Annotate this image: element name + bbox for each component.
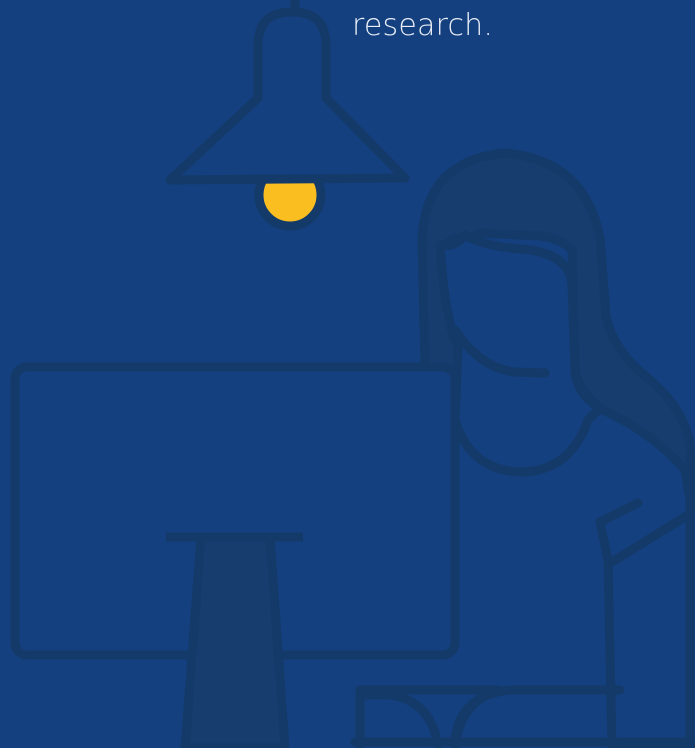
hero-illustration: research. [0,0,695,748]
illustration-artwork [10,0,695,748]
lamp-shade [165,7,410,185]
pendant-lamp-icon [165,0,410,231]
monitor-stand [180,532,290,748]
body-shape [593,403,695,748]
desk-edge [450,685,625,745]
